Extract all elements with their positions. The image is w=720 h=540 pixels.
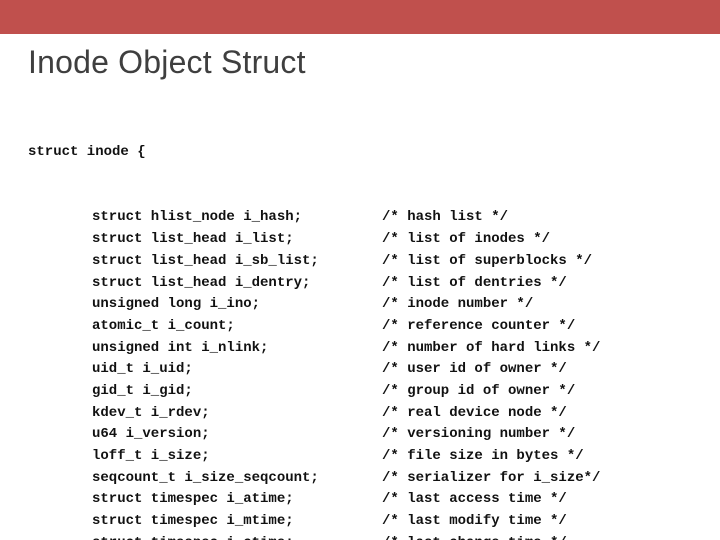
struct-field-row: unsigned int i_nlink;/* number of hard l… — [28, 338, 692, 360]
indent — [28, 229, 92, 251]
field-declaration: kdev_t i_rdev; — [92, 403, 382, 425]
indent — [28, 251, 92, 273]
struct-field-row: loff_t i_size;/* file size in bytes */ — [28, 446, 692, 468]
struct-field-row: struct list_head i_sb_list;/* list of su… — [28, 251, 692, 273]
page-title: Inode Object Struct — [28, 44, 692, 81]
struct-field-row: struct timespec i_mtime;/* last modify t… — [28, 511, 692, 533]
struct-field-row: struct list_head i_list;/* list of inode… — [28, 229, 692, 251]
indent — [28, 424, 92, 446]
indent — [28, 359, 92, 381]
indent — [28, 489, 92, 511]
struct-field-row: uid_t i_uid;/* user id of owner */ — [28, 359, 692, 381]
field-declaration: seqcount_t i_size_seqcount; — [92, 468, 382, 490]
indent — [28, 533, 92, 540]
field-declaration: loff_t i_size; — [92, 446, 382, 468]
field-declaration: struct list_head i_dentry; — [92, 273, 382, 295]
field-declaration: unsigned int i_nlink; — [92, 338, 382, 360]
indent — [28, 511, 92, 533]
field-comment: /* file size in bytes */ — [382, 446, 692, 468]
field-declaration: struct timespec i_atime; — [92, 489, 382, 511]
struct-field-row: seqcount_t i_size_seqcount;/* serializer… — [28, 468, 692, 490]
code-block: struct inode { struct hlist_node i_hash;… — [28, 99, 692, 540]
field-comment: /* list of dentries */ — [382, 273, 692, 295]
field-declaration: uid_t i_uid; — [92, 359, 382, 381]
slide-accent-bar — [0, 0, 720, 34]
field-comment: /* list of inodes */ — [382, 229, 692, 251]
struct-fields: struct hlist_node i_hash;/* hash list */… — [28, 207, 692, 540]
struct-field-row: kdev_t i_rdev;/* real device node */ — [28, 403, 692, 425]
field-declaration: struct hlist_node i_hash; — [92, 207, 382, 229]
indent — [28, 338, 92, 360]
field-declaration: unsigned long i_ino; — [92, 294, 382, 316]
field-comment: /* hash list */ — [382, 207, 692, 229]
field-comment: /* real device node */ — [382, 403, 692, 425]
struct-field-row: struct timespec i_ctime;/* last change t… — [28, 533, 692, 540]
struct-field-row: struct timespec i_atime;/* last access t… — [28, 489, 692, 511]
field-comment: /* last modify time */ — [382, 511, 692, 533]
field-comment: /* user id of owner */ — [382, 359, 692, 381]
indent — [28, 273, 92, 295]
struct-field-row: gid_t i_gid;/* group id of owner */ — [28, 381, 692, 403]
field-declaration: u64 i_version; — [92, 424, 382, 446]
struct-open: struct inode { — [28, 142, 692, 164]
field-declaration: atomic_t i_count; — [92, 316, 382, 338]
field-declaration: struct timespec i_mtime; — [92, 511, 382, 533]
indent — [28, 207, 92, 229]
field-declaration: struct timespec i_ctime; — [92, 533, 382, 540]
field-declaration: struct list_head i_list; — [92, 229, 382, 251]
slide-content: Inode Object Struct struct inode { struc… — [0, 34, 720, 540]
struct-field-row: unsigned long i_ino;/* inode number */ — [28, 294, 692, 316]
indent — [28, 316, 92, 338]
field-comment: /* last change time */ — [382, 533, 692, 540]
field-comment: /* versioning number */ — [382, 424, 692, 446]
indent — [28, 446, 92, 468]
field-comment: /* number of hard links */ — [382, 338, 692, 360]
indent — [28, 468, 92, 490]
field-declaration: gid_t i_gid; — [92, 381, 382, 403]
field-comment: /* list of superblocks */ — [382, 251, 692, 273]
field-comment: /* inode number */ — [382, 294, 692, 316]
field-comment: /* reference counter */ — [382, 316, 692, 338]
indent — [28, 403, 92, 425]
struct-field-row: struct hlist_node i_hash;/* hash list */ — [28, 207, 692, 229]
struct-field-row: u64 i_version;/* versioning number */ — [28, 424, 692, 446]
field-comment: /* last access time */ — [382, 489, 692, 511]
struct-field-row: struct list_head i_dentry;/* list of den… — [28, 273, 692, 295]
field-comment: /* serializer for i_size*/ — [382, 468, 692, 490]
field-comment: /* group id of owner */ — [382, 381, 692, 403]
indent — [28, 381, 92, 403]
struct-field-row: atomic_t i_count;/* reference counter */ — [28, 316, 692, 338]
indent — [28, 294, 92, 316]
field-declaration: struct list_head i_sb_list; — [92, 251, 382, 273]
